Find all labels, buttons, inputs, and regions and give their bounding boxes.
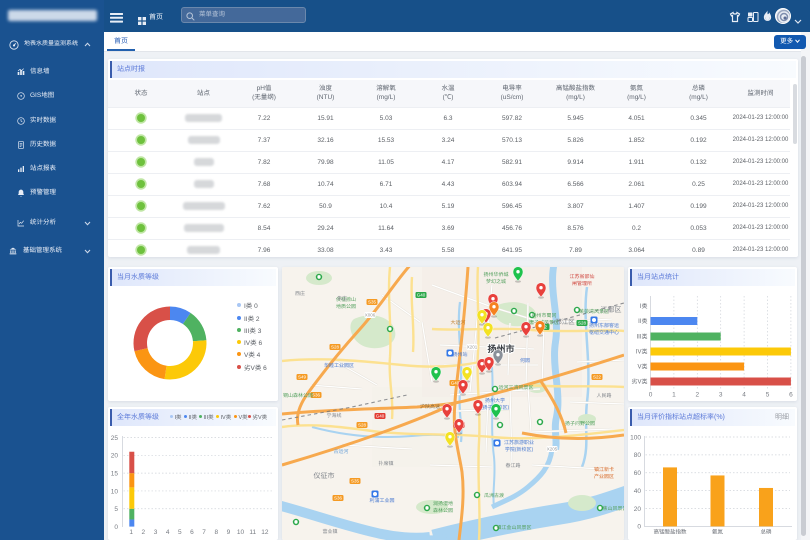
svg-text:沪陕高速: 沪陕高速 xyxy=(420,403,440,410)
svg-text:S28: S28 xyxy=(358,423,367,428)
svg-text:0: 0 xyxy=(114,524,118,531)
svg-text:S49: S49 xyxy=(298,375,307,380)
svg-text:茱萸湾风景区: 茱萸湾风景区 xyxy=(579,308,609,315)
svg-text:1: 1 xyxy=(672,392,676,399)
svg-text:产业园区: 产业园区 xyxy=(594,473,614,480)
svg-text:瓜洲古渡: 瓜洲古渡 xyxy=(484,492,504,499)
svg-text:氨氮: 氨氮 xyxy=(712,529,724,536)
svg-text:劣V类: 劣V类 xyxy=(631,378,647,386)
svg-text:20: 20 xyxy=(111,453,119,460)
svg-text:5: 5 xyxy=(178,529,182,536)
svg-text:镇江金山风景区: 镇江金山风景区 xyxy=(496,524,531,531)
svg-text:G40: G40 xyxy=(376,414,385,419)
svg-text:10: 10 xyxy=(237,529,245,536)
svg-text:60: 60 xyxy=(634,470,642,477)
svg-text:4: 4 xyxy=(166,529,170,536)
svg-text:何园: 何园 xyxy=(520,357,530,364)
svg-text:西庄: 西庄 xyxy=(295,290,305,297)
svg-text:森林公园: 森林公园 xyxy=(433,507,453,514)
svg-text:S35: S35 xyxy=(351,479,360,484)
svg-text:0: 0 xyxy=(637,524,641,531)
svg-text:扬州市蜀冈: 扬州市蜀冈 xyxy=(531,312,556,319)
svg-text:闸管理所: 闸管理所 xyxy=(572,280,592,287)
svg-text:S28: S28 xyxy=(578,321,587,326)
svg-text:朱庄: 朱庄 xyxy=(337,295,347,302)
svg-text:1: 1 xyxy=(129,529,133,536)
svg-text:扬州华侨城: 扬州华侨城 xyxy=(483,271,508,278)
svg-text:4: 4 xyxy=(742,392,746,399)
svg-text:7: 7 xyxy=(202,529,206,536)
svg-text:IV类: IV类 xyxy=(636,348,648,356)
svg-text:S22: S22 xyxy=(593,375,602,380)
svg-text:S36: S36 xyxy=(334,496,343,501)
svg-text:20: 20 xyxy=(634,506,642,513)
svg-text:扬州东部客运: 扬州东部客运 xyxy=(589,322,619,329)
svg-text:高锰酸盐指数: 高锰酸盐指数 xyxy=(653,529,687,536)
svg-text:X205: X205 xyxy=(547,447,558,452)
svg-text:2: 2 xyxy=(695,392,699,399)
svg-text:9: 9 xyxy=(227,529,231,536)
svg-text:8: 8 xyxy=(214,529,218,536)
svg-text:铜山森林公园: 铜山森林公园 xyxy=(283,392,313,399)
svg-text:扬州站: 扬州站 xyxy=(452,351,467,358)
svg-text:II类: II类 xyxy=(638,317,647,325)
svg-text:40: 40 xyxy=(634,488,642,495)
svg-text:大运河: 大运河 xyxy=(450,319,465,326)
svg-text:III类: III类 xyxy=(636,333,647,341)
svg-text:地质公园: 地质公园 xyxy=(336,303,356,310)
svg-text:5: 5 xyxy=(766,392,770,399)
svg-text:古运河: 古运河 xyxy=(333,448,348,455)
svg-text:营业镇: 营业镇 xyxy=(322,528,337,535)
svg-text:润扬湿地: 润扬湿地 xyxy=(433,500,453,507)
svg-text:春江路: 春江路 xyxy=(505,462,520,469)
svg-text:80: 80 xyxy=(634,452,642,459)
svg-text:宁海线: 宁海线 xyxy=(326,412,341,419)
svg-text:人民路: 人民路 xyxy=(596,392,611,399)
svg-text:总磷: 总磷 xyxy=(760,529,772,536)
svg-text:25: 25 xyxy=(111,435,119,442)
svg-text:S28: S28 xyxy=(331,345,340,350)
svg-text:梦幻之城: 梦幻之城 xyxy=(486,278,506,285)
svg-text:镇江新卡: 镇江新卡 xyxy=(594,466,614,473)
svg-text:6: 6 xyxy=(789,392,793,399)
svg-text:100: 100 xyxy=(630,434,641,441)
svg-text:2: 2 xyxy=(142,529,146,536)
svg-text:S36: S36 xyxy=(312,393,321,398)
svg-text:5: 5 xyxy=(114,506,118,513)
svg-text:0: 0 xyxy=(649,392,653,399)
svg-text:江苏省邵仙: 江苏省邵仙 xyxy=(569,273,594,280)
svg-text:扬州大学: 扬州大学 xyxy=(485,397,505,404)
svg-text:3: 3 xyxy=(154,529,158,536)
svg-text:江苏旅游职业: 江苏旅游职业 xyxy=(504,439,534,446)
svg-text:I类: I类 xyxy=(640,302,648,310)
svg-text:运河三湾风景区: 运河三湾风景区 xyxy=(498,384,533,391)
svg-text:扬子问野公园: 扬子问野公园 xyxy=(565,420,595,427)
svg-text:S35: S35 xyxy=(368,300,377,305)
svg-text:仪征市: 仪征市 xyxy=(314,472,335,480)
svg-text:华睦工业园区: 华睦工业园区 xyxy=(324,362,354,369)
svg-text:学院(新校区): 学院(新校区) xyxy=(505,446,534,453)
svg-text:X006: X006 xyxy=(365,313,376,318)
svg-text:扑席镇: 扑席镇 xyxy=(378,460,393,467)
svg-text:3: 3 xyxy=(719,392,723,399)
svg-text:10: 10 xyxy=(111,488,119,495)
svg-text:V类: V类 xyxy=(637,363,647,371)
svg-text:X201: X201 xyxy=(467,345,478,350)
svg-text:6: 6 xyxy=(190,529,194,536)
svg-text:12: 12 xyxy=(261,529,269,536)
svg-text:G40: G40 xyxy=(417,293,426,298)
svg-text:利浦工业园: 利浦工业园 xyxy=(369,497,394,504)
svg-text:15: 15 xyxy=(111,470,119,477)
svg-text:焦山风景区: 焦山风景区 xyxy=(602,505,624,512)
svg-text:11: 11 xyxy=(249,529,256,536)
svg-text:枢纽交通中心: 枢纽交通中心 xyxy=(589,329,619,336)
